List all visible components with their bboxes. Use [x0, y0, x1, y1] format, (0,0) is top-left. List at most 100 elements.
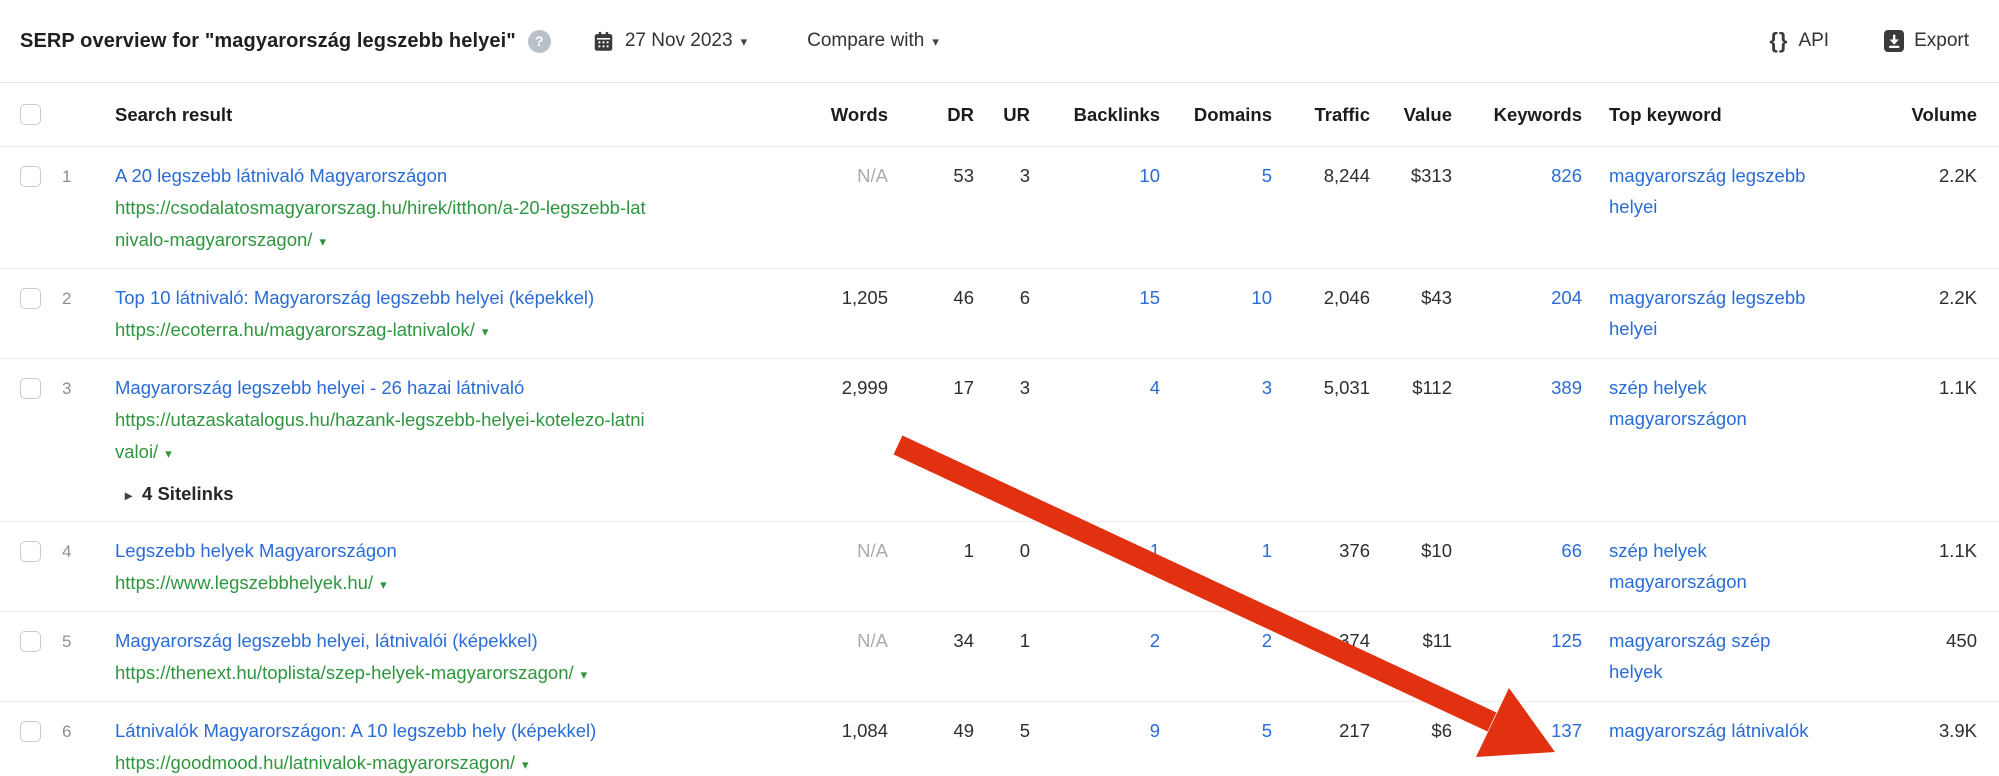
top-keyword-link[interactable]: magyarország szép helyek: [1609, 625, 1821, 687]
url-caret-icon[interactable]: ▾: [380, 577, 387, 592]
cell-traffic: 2,046: [1323, 287, 1370, 308]
top-keyword-link[interactable]: magyarország legszebb helyei: [1609, 160, 1821, 222]
result-title-link[interactable]: Magyarország legszebb helyei, látnivalói…: [115, 630, 538, 651]
cell-keywords-link[interactable]: 204: [1551, 287, 1582, 308]
cell-volume: 450: [1946, 630, 1977, 651]
col-header-domains: Domains: [1193, 103, 1272, 125]
table-header-row: Search result Words DR UR Backlinks Doma…: [0, 83, 1999, 147]
cell-keywords-link[interactable]: 389: [1551, 377, 1582, 398]
cell-keywords-link[interactable]: 826: [1551, 165, 1582, 186]
cell-domains-link[interactable]: 3: [1262, 377, 1272, 398]
row-checkbox[interactable]: [20, 378, 41, 399]
result-title-link[interactable]: Legszebb helyek Magyarországon: [115, 540, 397, 561]
cell-traffic: 217: [1339, 720, 1370, 741]
table-row: 1 A 20 legszebb látnivaló Magyarországon…: [0, 147, 1999, 269]
col-header-backlinks: Backlinks: [1073, 103, 1160, 125]
chevron-down-icon: ▾: [740, 33, 748, 49]
result-url[interactable]: https://csodalatosmagyarorszag.hu/hirek/…: [115, 197, 646, 250]
cell-ur: 3: [1019, 165, 1030, 186]
url-caret-icon[interactable]: ▾: [581, 667, 588, 682]
col-header-dr: DR: [947, 103, 974, 125]
cell-domains-link[interactable]: 5: [1262, 720, 1272, 741]
select-all-checkbox[interactable]: [20, 104, 41, 125]
help-icon[interactable]: ?: [527, 29, 551, 53]
export-icon: [1884, 30, 1905, 52]
cell-ur: 6: [1019, 287, 1030, 308]
cell-value: $112: [1412, 377, 1452, 398]
cell-dr: 53: [953, 165, 974, 186]
result-url[interactable]: https://ecoterra.hu/magyarorszag-latniva…: [115, 319, 475, 340]
cell-backlinks-link[interactable]: 15: [1139, 287, 1160, 308]
cell-backlinks-link[interactable]: 4: [1150, 377, 1160, 398]
cell-ur: 0: [1019, 540, 1030, 561]
url-caret-icon[interactable]: ▾: [482, 324, 489, 339]
result-url[interactable]: https://www.legszebbhelyek.hu/: [115, 572, 373, 593]
result-title-link[interactable]: Magyarország legszebb helyei - 26 hazai …: [115, 377, 524, 398]
sitelinks-toggle[interactable]: ▸ 4 Sitelinks: [115, 478, 647, 511]
result-title-link[interactable]: A 20 legszebb látnivaló Magyarországon: [115, 165, 447, 186]
top-keyword-link[interactable]: szép helyek magyarországon: [1609, 372, 1821, 434]
result-title-link[interactable]: Top 10 látnivaló: Magyarország legszebb …: [115, 287, 594, 308]
cell-keywords-link[interactable]: 66: [1561, 540, 1582, 561]
result-url[interactable]: https://thenext.hu/toplista/szep-helyek-…: [115, 662, 574, 683]
cell-domains-link[interactable]: 2: [1262, 630, 1272, 651]
cell-words: 1,205: [841, 287, 888, 308]
sitelinks-label: 4 Sitelinks: [142, 483, 234, 504]
col-header-words: Words: [830, 103, 888, 125]
row-checkbox[interactable]: [20, 541, 41, 562]
cell-keywords-link[interactable]: 125: [1551, 630, 1582, 651]
cell-dr: 17: [953, 377, 974, 398]
result-url[interactable]: https://goodmood.hu/latnivalok-magyarors…: [115, 752, 515, 773]
export-button[interactable]: Export: [1884, 30, 1969, 52]
top-keyword-link[interactable]: szép helyek magyarországon: [1609, 535, 1821, 597]
api-label: API: [1798, 30, 1830, 51]
result-url[interactable]: https://utazaskatalogus.hu/hazank-legsze…: [115, 409, 645, 462]
cell-backlinks-link[interactable]: 10: [1139, 165, 1160, 186]
cell-volume: 2.2K: [1938, 165, 1977, 186]
cell-dr: 34: [953, 630, 974, 651]
result-position: 2: [62, 289, 72, 308]
col-header-value: Value: [1403, 103, 1452, 125]
braces-api-icon: {}: [1769, 28, 1789, 53]
cell-domains-link[interactable]: 10: [1251, 287, 1272, 308]
cell-traffic: 374: [1339, 630, 1370, 651]
table-row: 3 Magyarország legszebb helyei - 26 haza…: [0, 359, 1999, 522]
row-checkbox[interactable]: [20, 631, 41, 652]
col-header-volume: Volume: [1911, 103, 1977, 125]
cell-value: $11: [1422, 630, 1453, 651]
api-button[interactable]: {} API: [1769, 28, 1829, 54]
cell-volume: 3.9K: [1938, 720, 1977, 741]
compare-with-label: Compare with: [807, 30, 925, 51]
top-keyword-link[interactable]: magyarország legszebb helyei: [1609, 282, 1821, 344]
export-label: Export: [1914, 30, 1969, 51]
col-header-top-keyword: Top keyword: [1609, 103, 1722, 125]
cell-keywords-link[interactable]: 137: [1551, 720, 1582, 741]
url-caret-icon[interactable]: ▾: [522, 757, 529, 772]
calendar-icon: [593, 31, 614, 52]
cell-backlinks-link[interactable]: 1: [1150, 540, 1160, 561]
cell-value: $313: [1410, 165, 1452, 186]
result-position: 5: [62, 632, 72, 651]
cell-backlinks-link[interactable]: 9: [1150, 720, 1160, 741]
cell-ur: 5: [1019, 720, 1030, 741]
cell-traffic: 376: [1339, 540, 1370, 561]
url-caret-icon[interactable]: ▾: [319, 234, 326, 249]
row-checkbox[interactable]: [20, 166, 41, 187]
cell-words: N/A: [857, 630, 888, 651]
cell-domains-link[interactable]: 5: [1262, 165, 1272, 186]
url-caret-icon[interactable]: ▾: [165, 446, 172, 461]
compare-with-dropdown[interactable]: Compare with ▾: [807, 30, 939, 52]
col-header-traffic: Traffic: [1314, 103, 1370, 125]
result-title-link[interactable]: Látnivalók Magyarországon: A 10 legszebb…: [115, 720, 596, 741]
cell-domains-link[interactable]: 1: [1262, 540, 1272, 561]
cell-dr: 1: [963, 540, 974, 561]
cell-backlinks-link[interactable]: 2: [1150, 630, 1160, 651]
row-checkbox[interactable]: [20, 288, 41, 309]
page-title: SERP overview for "magyarország legszebb…: [20, 29, 516, 52]
cell-words: 2,999: [841, 377, 888, 398]
cell-traffic: 8,244: [1323, 165, 1370, 186]
date-picker[interactable]: 27 Nov 2023 ▾: [593, 30, 747, 52]
top-keyword-link[interactable]: magyarország látnivalók: [1609, 715, 1808, 746]
row-checkbox[interactable]: [20, 721, 41, 742]
cell-words: N/A: [857, 540, 888, 561]
